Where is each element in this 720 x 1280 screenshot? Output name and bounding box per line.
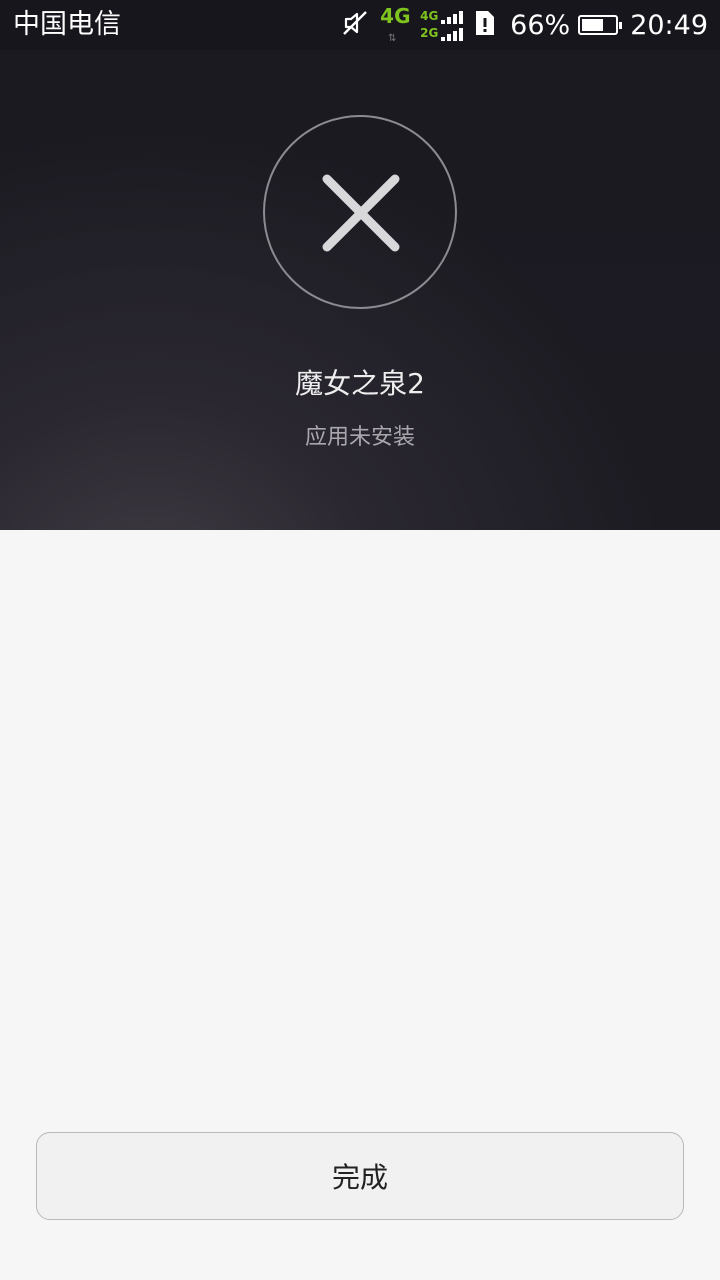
network-4g-label: 4G	[380, 4, 411, 28]
done-button[interactable]: 完成	[36, 1132, 684, 1220]
failure-indicator	[263, 115, 457, 309]
carrier-name: 中国电信	[13, 9, 121, 40]
signal-bars-icon: 4G 2G	[420, 7, 464, 43]
result-header: 魔女之泉2 应用未安装	[0, 50, 720, 530]
sim1-network-label: 4G	[420, 9, 439, 23]
close-icon	[322, 174, 400, 252]
sim1-signal-bars	[441, 11, 464, 24]
install-result-screen: 中国电信 4G ⇅ 4G 2G 66% 20:49 魔女之泉2 应用未安装 完成	[0, 0, 720, 1280]
battery-level-fill	[582, 19, 604, 31]
status-bar: 中国电信 4G ⇅ 4G 2G 66% 20:49	[0, 0, 720, 50]
battery-icon	[578, 15, 623, 35]
app-name: 魔女之泉2	[295, 367, 425, 400]
mute-icon	[340, 8, 370, 42]
battery-percent: 66%	[510, 9, 571, 41]
sim2-network-label: 2G	[420, 26, 439, 40]
network-4g-indicator: 4G ⇅	[380, 4, 411, 44]
sim2-signal-bars	[441, 28, 464, 41]
data-activity-icon: ⇅	[388, 33, 398, 44]
status-icons: 4G ⇅ 4G 2G 66% 20:49	[330, 0, 708, 50]
sim-alert-icon	[472, 8, 498, 42]
install-status-message: 应用未安装	[304, 425, 415, 450]
status-clock: 20:49	[630, 9, 708, 41]
